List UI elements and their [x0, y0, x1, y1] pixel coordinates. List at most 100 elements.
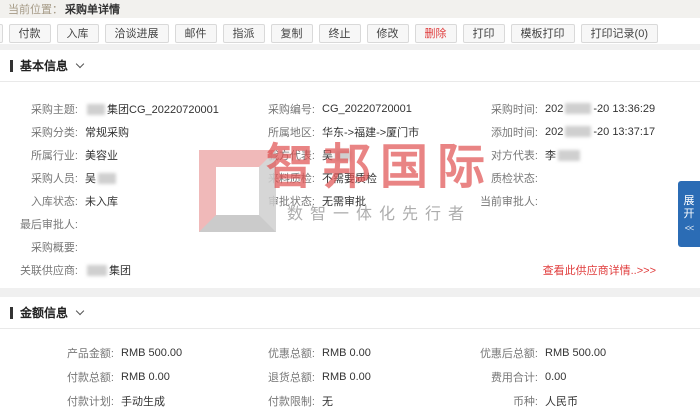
- basic-info-title: 基本信息: [20, 57, 68, 74]
- redacted-text: [565, 103, 591, 114]
- field-value: 常规采购: [85, 124, 129, 140]
- toolbar-button-modify[interactable]: 修改: [367, 24, 409, 43]
- field-row: 采购编号:CG_20220720001: [240, 97, 455, 120]
- field-value: 0.00: [545, 371, 566, 383]
- field-label: 付款计划:: [0, 393, 114, 409]
- field-row: 采购人员:吴: [0, 166, 245, 189]
- field-label: 所属地区:: [240, 124, 315, 140]
- field-value: 集团: [85, 262, 131, 278]
- field-label: 关联供应商:: [0, 262, 78, 278]
- double-left-arrow-icon: <<: [685, 223, 694, 233]
- field-row: 质检状态:: [450, 166, 685, 189]
- redacted-text: [335, 150, 351, 161]
- toolbar-button-terminate[interactable]: 终止: [319, 24, 361, 43]
- field-row: 退货总额: RMB 0.00: [240, 365, 455, 389]
- field-label: 币种:: [450, 393, 538, 409]
- section-divider: [0, 81, 700, 82]
- amount-info-header[interactable]: 金额信息: [0, 297, 700, 328]
- expand-collapse-tab[interactable]: 展开 <<: [678, 181, 700, 247]
- toolbar: 费用付款入库洽谈进展邮件指派复制终止修改删除打印模板打印打印记录(0): [0, 18, 700, 44]
- field-row: 采购时间: 202-20 13:36:29: [450, 97, 685, 120]
- field-value: RMB 500.00: [545, 347, 606, 359]
- field-row: 优惠总额: RMB 0.00: [240, 341, 455, 365]
- field-label: 优惠总额:: [240, 345, 315, 361]
- field-value: 未入库: [85, 193, 118, 209]
- field-label: 退货总额:: [240, 369, 315, 385]
- redacted-text: [87, 265, 107, 276]
- section-accent-bar: [10, 307, 13, 319]
- toolbar-button-payment[interactable]: 付款: [9, 24, 51, 43]
- field-value: RMB 500.00: [121, 347, 182, 359]
- field-label: 入库状态:: [0, 193, 78, 209]
- basic-info-header[interactable]: 基本信息: [0, 50, 700, 81]
- field-value: 李: [545, 147, 582, 163]
- field-label: 最后审批人:: [0, 216, 78, 232]
- toolbar-button-mail[interactable]: 邮件: [175, 24, 217, 43]
- field-row: 来料质检: 不需要质检: [240, 166, 455, 189]
- field-value: 集团CG_20220720001: [85, 101, 219, 117]
- breadcrumb-prefix: 当前位置：: [8, 1, 63, 17]
- field-label: 费用合计:: [450, 369, 538, 385]
- basic-info-col1: 采购主题:集团CG_20220720001采购分类:常规采购所属行业:美容业采购…: [0, 97, 245, 281]
- field-label: 产品金额:: [0, 345, 114, 361]
- field-label: 质检状态:: [450, 170, 538, 186]
- redacted-text: [87, 104, 105, 115]
- field-row: 采购分类: 常规采购: [0, 120, 245, 143]
- redacted-text: [98, 173, 116, 184]
- field-label: 采购时间:: [450, 101, 538, 117]
- field-value: 不需要质检: [322, 170, 377, 186]
- field-value: RMB 0.00: [121, 371, 170, 383]
- field-label: 添加时间:: [450, 124, 538, 140]
- field-row: 优惠后总额:RMB 500.00: [450, 341, 685, 365]
- field-label: 采购人员:: [0, 170, 78, 186]
- toolbar-button-template-print[interactable]: 模板打印: [511, 24, 575, 43]
- field-label: 采购概要:: [0, 239, 78, 255]
- field-value: 202-20 13:36:29: [545, 103, 655, 115]
- field-row: 付款限制:无: [240, 389, 455, 412]
- field-label: 采购编号:: [240, 101, 315, 117]
- field-value: RMB 0.00: [322, 347, 371, 359]
- chevron-down-icon[interactable]: [76, 307, 84, 315]
- field-value: 人民币: [545, 393, 578, 409]
- field-row: 费用合计: 0.00: [450, 365, 685, 389]
- field-label: 对方代表:: [450, 147, 538, 163]
- field-row: 入库状态: 未入库: [0, 189, 245, 212]
- field-row: 当前审批人:: [450, 189, 685, 212]
- toolbar-button-assign[interactable]: 指派: [223, 24, 265, 43]
- field-value: RMB 0.00: [322, 371, 371, 383]
- field-value: 吴: [322, 147, 353, 163]
- field-value: 手动生成: [121, 393, 165, 409]
- redacted-text: [558, 150, 580, 161]
- toolbar-button-fee[interactable]: 费用: [0, 24, 3, 43]
- field-value: 无需审批: [322, 193, 366, 209]
- field-label: 我方代表:: [240, 147, 315, 163]
- field-label: 所属行业:: [0, 147, 78, 163]
- field-row: 我方代表: 吴: [240, 143, 455, 166]
- field-label: 采购分类:: [0, 124, 78, 140]
- toolbar-button-print-records[interactable]: 打印记录(0): [581, 24, 658, 43]
- amount-info-col3: 优惠后总额:RMB 500.00 费用合计: 0.00 币种: 人民币: [450, 341, 685, 412]
- field-row: 关联供应商: 集团: [0, 258, 245, 281]
- field-row: 付款总额: RMB 0.00: [0, 365, 245, 389]
- view-supplier-detail-link[interactable]: 查看此供应商详情..>>>: [543, 262, 656, 278]
- chevron-down-icon[interactable]: [76, 60, 84, 68]
- toolbar-button-copy[interactable]: 复制: [271, 24, 313, 43]
- amount-info-title: 金额信息: [20, 304, 68, 321]
- toolbar-button-inbound[interactable]: 入库: [57, 24, 99, 43]
- amount-info-col2: 优惠总额: RMB 0.00 退货总额: RMB 0.00 付款限制:无: [240, 341, 455, 412]
- section-divider: [0, 328, 700, 329]
- field-row: 对方代表: 李: [450, 143, 685, 166]
- field-value: 无: [322, 393, 333, 409]
- toolbar-button-print[interactable]: 打印: [463, 24, 505, 43]
- field-row: 所属行业:美容业: [0, 143, 245, 166]
- field-label: 来料质检:: [240, 170, 315, 186]
- basic-info-col2: 采购编号:CG_20220720001所属地区:华东->福建->厦门市我方代表:…: [240, 97, 455, 212]
- field-row: 最后审批人:: [0, 212, 245, 235]
- redacted-text: [565, 126, 591, 137]
- breadcrumb-current: 采购单详情: [65, 1, 120, 17]
- expand-tab-label: 展开: [683, 195, 695, 221]
- toolbar-button-negotiation[interactable]: 洽谈进展: [105, 24, 169, 43]
- field-label: 付款总额:: [0, 369, 114, 385]
- field-label: 采购主题:: [0, 101, 78, 117]
- toolbar-button-delete[interactable]: 删除: [415, 24, 457, 43]
